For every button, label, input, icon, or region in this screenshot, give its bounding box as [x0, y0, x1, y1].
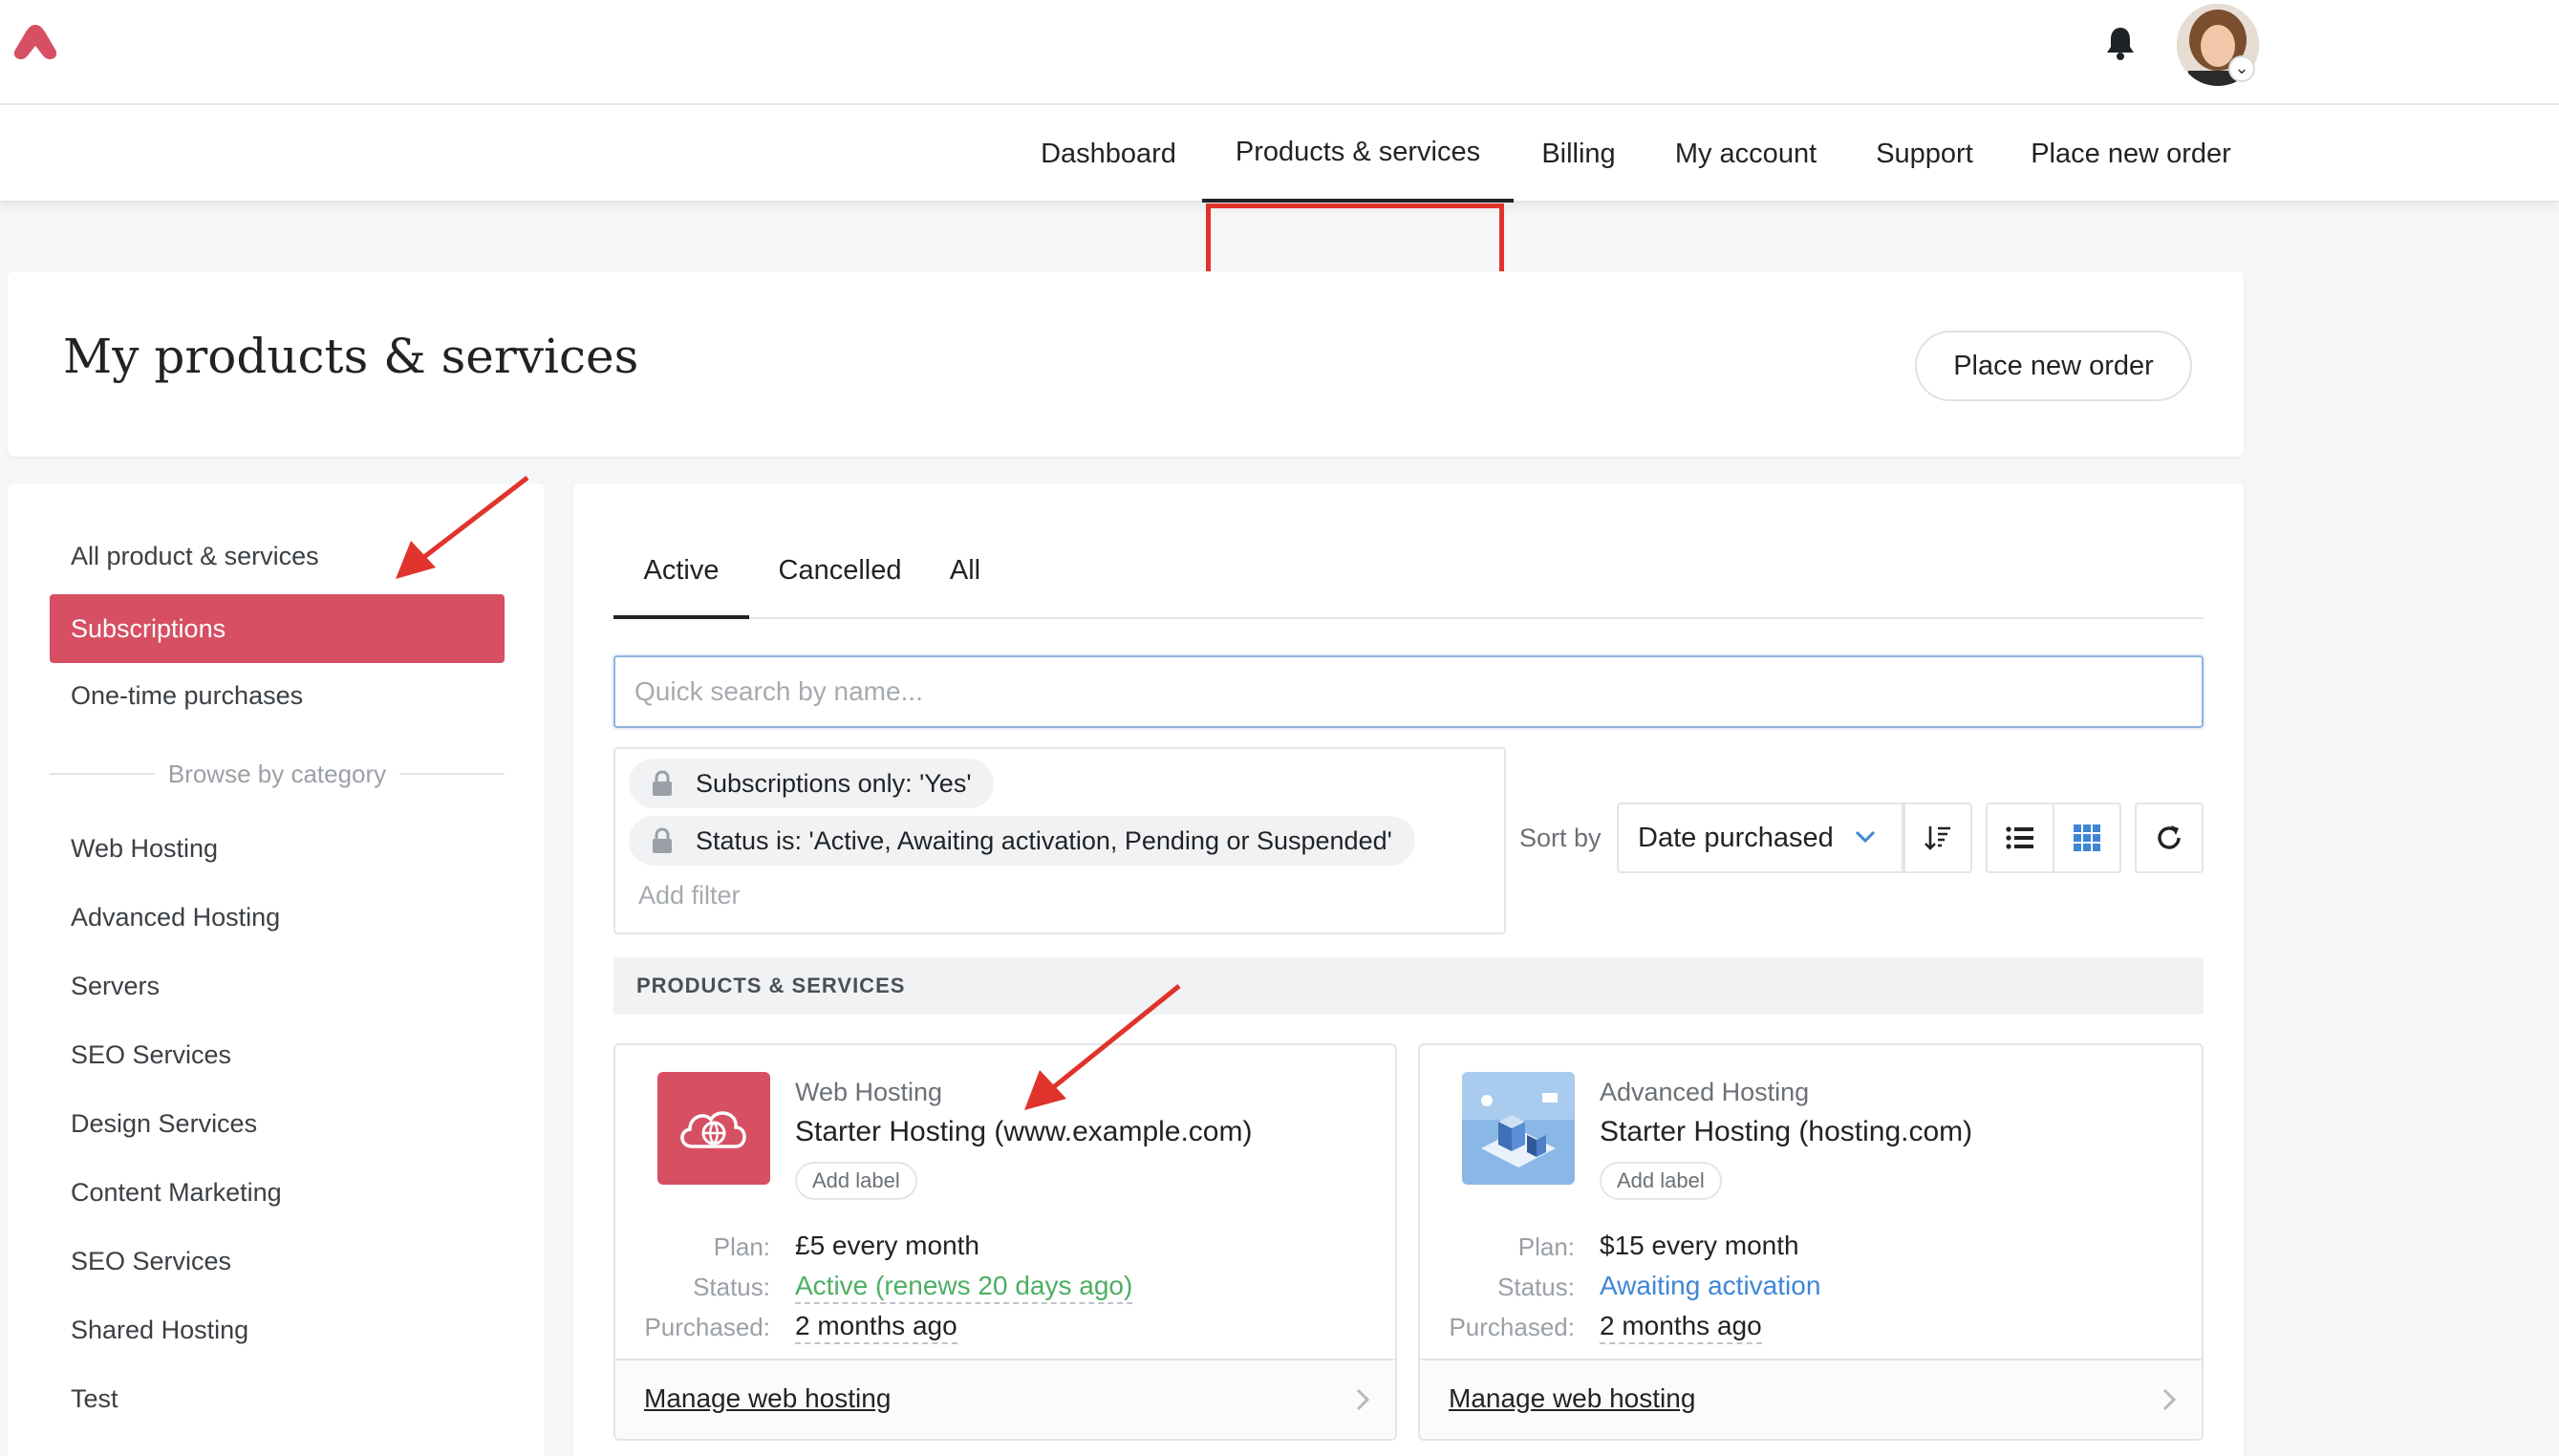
list-view-icon: [2006, 826, 2033, 849]
sidebar-category-test[interactable]: Test: [50, 1364, 505, 1433]
nav-dashboard[interactable]: Dashboard: [1032, 105, 1185, 203]
browse-category-label: Browse by category: [167, 759, 387, 788]
browse-category-divider: Browse by category: [50, 755, 505, 793]
sort-descending-icon: [1925, 826, 1950, 850]
sidebar-category-content-marketing[interactable]: Content Marketing: [50, 1158, 505, 1227]
product-name[interactable]: Starter Hosting (www.example.com): [795, 1116, 1252, 1148]
chevron-down-icon: [1855, 830, 1876, 844]
product-card-footer[interactable]: Manage web hosting: [615, 1359, 1395, 1439]
page-header-card: My products & services Place new order: [8, 271, 2244, 457]
purchased-value: 2 months ago: [795, 1311, 957, 1344]
plan-key: Plan:: [713, 1232, 770, 1261]
product-name[interactable]: Starter Hosting (hosting.com): [1600, 1116, 1972, 1148]
section-header: PRODUCTS & SERVICES: [613, 957, 2204, 1015]
filter-chip-label: Status is: 'Active, Awaiting activation,…: [696, 826, 1392, 855]
account-menu-chevron-icon[interactable]: ⌄: [2228, 55, 2255, 82]
product-category: Advanced Hosting: [1600, 1078, 1810, 1106]
filter-box: Subscriptions only: 'Yes' Status is: 'Ac…: [613, 747, 1506, 934]
product-card: Web Hosting Starter Hosting (www.example…: [613, 1043, 1397, 1441]
sidebar-category-servers[interactable]: Servers: [50, 952, 505, 1020]
purchased-value: 2 months ago: [1600, 1311, 1762, 1344]
plan-value: £5 every month: [795, 1231, 979, 1260]
add-label-button[interactable]: Add label: [795, 1162, 917, 1200]
refresh-icon: [2158, 825, 2181, 849]
plan-value: $15 every month: [1600, 1231, 1799, 1260]
list-view-button[interactable]: [1986, 803, 2054, 873]
filter-chip-label: Subscriptions only: 'Yes': [696, 769, 972, 798]
nav-products-services[interactable]: Products & services: [1202, 105, 1514, 203]
isometric-server-image: [1462, 1072, 1575, 1185]
add-filter-input[interactable]: Add filter: [638, 881, 741, 910]
sort-direction-button[interactable]: [1903, 803, 1972, 873]
chevron-right-icon: [1356, 1388, 1370, 1411]
tab-all[interactable]: All: [935, 522, 996, 619]
nav-my-account[interactable]: My account: [1661, 105, 1831, 203]
purchased-key: Purchased:: [1449, 1313, 1575, 1341]
purchased-key: Purchased:: [644, 1313, 770, 1341]
grid-view-button[interactable]: [2053, 803, 2121, 873]
filter-chip-status[interactable]: Status is: 'Active, Awaiting activation,…: [629, 816, 1415, 866]
lock-icon: [653, 770, 672, 796]
grid-view-icon: [2074, 824, 2100, 851]
main-navigation: Dashboard Products & services Billing My…: [0, 105, 2559, 295]
nav-support[interactable]: Support: [1865, 105, 1984, 203]
sidebar-category-seo-services-2[interactable]: SEO Services: [50, 1227, 505, 1295]
sidebar-item-all[interactable]: All product & services: [50, 522, 505, 590]
manage-web-hosting-link[interactable]: Manage web hosting: [1449, 1383, 1695, 1414]
page-title: My products & services: [63, 329, 639, 384]
sidebar-category-web-hosting[interactable]: Web Hosting: [50, 814, 505, 883]
product-category: Web Hosting: [795, 1078, 943, 1106]
brand-logo-icon[interactable]: [11, 21, 59, 63]
sidebar: All product & services Subscriptions One…: [8, 483, 545, 1456]
manage-web-hosting-link[interactable]: Manage web hosting: [644, 1383, 891, 1414]
sidebar-category-advanced-hosting[interactable]: Advanced Hosting: [50, 883, 505, 952]
sort-select-value: Date purchased: [1638, 823, 1834, 853]
sort-select[interactable]: Date purchased: [1617, 803, 1903, 873]
sort-by-label: Sort by: [1519, 824, 1602, 852]
notification-bell-icon[interactable]: [2104, 25, 2137, 61]
chevron-right-icon: [2162, 1388, 2177, 1411]
status-key: Status:: [693, 1273, 770, 1301]
sidebar-item-one-time[interactable]: One-time purchases: [50, 661, 505, 730]
plan-key: Plan:: [1517, 1232, 1575, 1261]
top-bar: ⌄: [0, 0, 2559, 105]
nav-place-new-order[interactable]: Place new order: [2016, 105, 2246, 203]
cloud-globe-icon: [657, 1072, 770, 1185]
product-card-footer[interactable]: Manage web hosting: [1420, 1359, 2202, 1439]
lock-icon: [653, 827, 672, 853]
tab-active[interactable]: Active: [613, 522, 749, 619]
sidebar-category-shared-hosting[interactable]: Shared Hosting: [50, 1295, 505, 1364]
status-tabs: Active Cancelled All: [613, 522, 2204, 619]
add-label-button[interactable]: Add label: [1600, 1162, 1722, 1200]
sidebar-item-subscriptions[interactable]: Subscriptions: [50, 594, 505, 663]
status-value: Awaiting activation: [1600, 1271, 1821, 1300]
sidebar-category-seo-services[interactable]: SEO Services: [50, 1020, 505, 1089]
quick-search-input[interactable]: [613, 655, 2204, 728]
filter-chip-subscriptions[interactable]: Subscriptions only: 'Yes': [629, 759, 995, 808]
tab-cancelled[interactable]: Cancelled: [768, 522, 912, 619]
nav-billing[interactable]: Billing: [1531, 105, 1626, 203]
product-card: Advanced Hosting Starter Hosting (hostin…: [1418, 1043, 2204, 1441]
status-value: Active (renews 20 days ago): [795, 1271, 1133, 1304]
products-main-panel: Active Cancelled All Subscriptions only:…: [573, 483, 2244, 1456]
refresh-button[interactable]: [2135, 803, 2204, 873]
status-key: Status:: [1497, 1273, 1575, 1301]
sidebar-category-design-services[interactable]: Design Services: [50, 1089, 505, 1158]
place-new-order-button[interactable]: Place new order: [1915, 331, 2192, 401]
